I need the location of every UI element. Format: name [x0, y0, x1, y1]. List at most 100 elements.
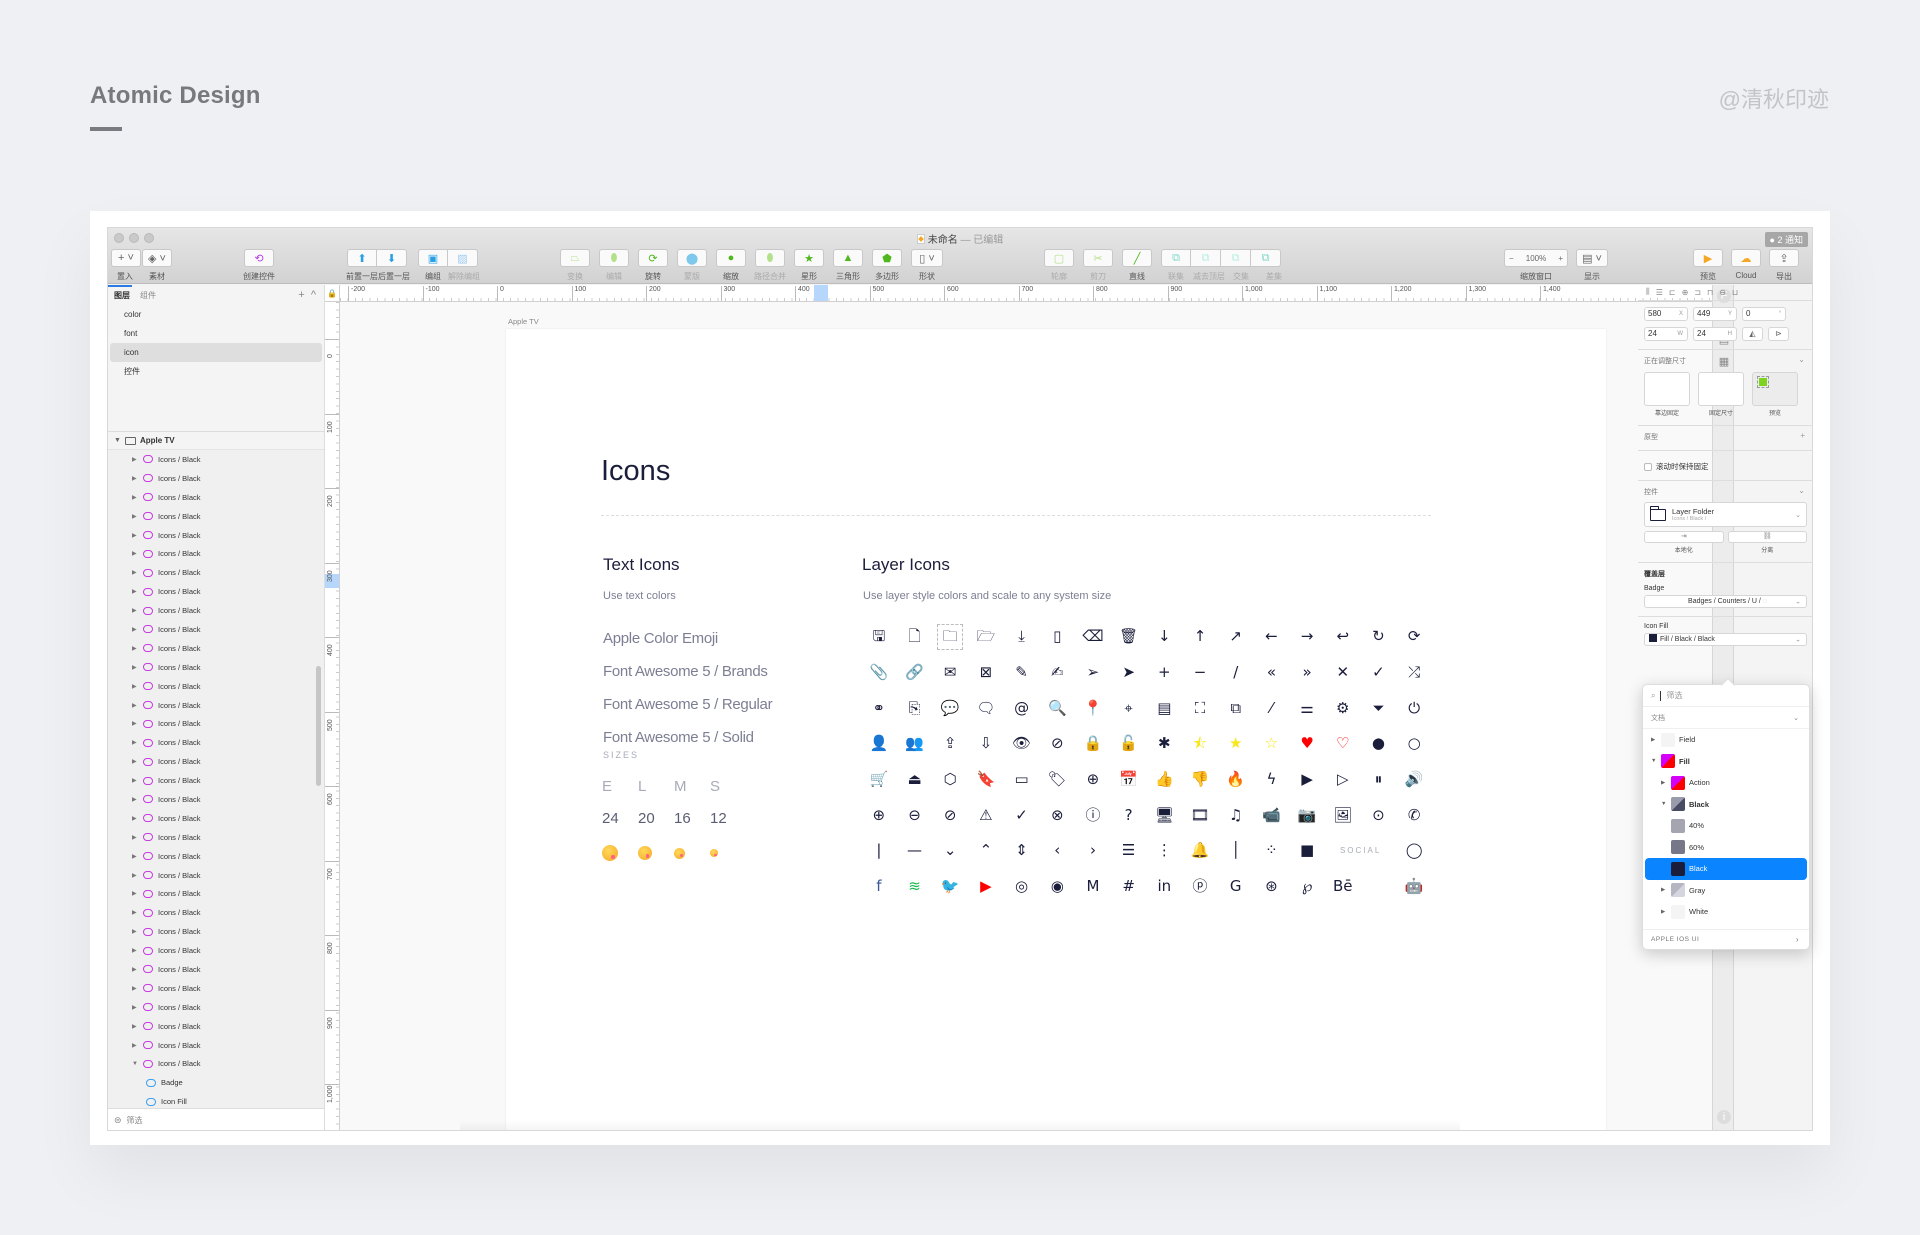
- sync-icon[interactable]: ⟳: [1396, 619, 1432, 655]
- heart-filled-icon[interactable]: ♥: [1289, 726, 1325, 762]
- edit-icon[interactable]: ✍: [1039, 655, 1075, 691]
- facebook-icon[interactable]: f: [861, 869, 897, 905]
- instagram-icon[interactable]: ◎: [1004, 869, 1040, 905]
- calendar-icon[interactable]: 📅: [1111, 762, 1147, 798]
- polygon-button[interactable]: ⬟: [872, 249, 902, 267]
- dribbble-icon[interactable]: ⊛: [1254, 869, 1290, 905]
- music-icon[interactable]: ♫: [1218, 797, 1254, 833]
- layer-row[interactable]: ▶Icons / Black: [108, 714, 324, 733]
- disclosure-triangle-icon[interactable]: ▶: [132, 702, 138, 709]
- tab-components[interactable]: 组件: [140, 290, 156, 301]
- undo-icon[interactable]: ↩: [1325, 619, 1361, 655]
- disclosure-triangle-icon[interactable]: ▶: [132, 532, 138, 539]
- basket-icon[interactable]: ⏏: [897, 762, 933, 798]
- eye-off-icon[interactable]: ⊘: [1039, 726, 1075, 762]
- disclosure-triangle-icon[interactable]: ▶: [1651, 737, 1657, 743]
- difference-button[interactable]: ⧉: [1251, 249, 1281, 267]
- disclosure-triangle-icon[interactable]: ▶: [132, 720, 138, 727]
- layer-row[interactable]: ▶Icons / Black: [108, 941, 324, 960]
- disclosure-triangle-icon[interactable]: ▶: [132, 1042, 138, 1049]
- align-center-icon[interactable]: ⊕: [1682, 288, 1689, 297]
- file-zip-icon[interactable]: ▯: [1039, 619, 1075, 655]
- medium-icon[interactable]: M: [1075, 869, 1111, 905]
- disclosure-triangle-icon[interactable]: ▶: [132, 947, 138, 954]
- layer-filter[interactable]: ⊜ 筛选: [108, 1108, 324, 1130]
- check-circle-icon[interactable]: ✓: [1004, 797, 1040, 833]
- notification-badge[interactable]: ● 2 通知: [1764, 232, 1808, 247]
- y-field[interactable]: 449 Y: [1693, 307, 1737, 321]
- artboard-row[interactable]: ▼ Apple TV: [108, 432, 324, 450]
- disclosure-triangle-icon[interactable]: ▼: [114, 437, 121, 444]
- arrow-right-icon[interactable]: →: [1289, 619, 1325, 655]
- disclosure-triangle-icon[interactable]: ▶: [132, 985, 138, 992]
- pinterest-icon[interactable]: ℘: [1289, 869, 1325, 905]
- layer-row[interactable]: ▶Icons / Black: [108, 828, 324, 847]
- link-alt-icon[interactable]: ⚭: [861, 690, 897, 726]
- backspace-icon[interactable]: ⌫: [1075, 619, 1111, 655]
- create-symbol-button[interactable]: ⟲: [244, 249, 274, 267]
- disclosure-triangle-icon[interactable]: ▶: [1661, 780, 1667, 786]
- disclosure-triangle-icon[interactable]: ▶: [1661, 909, 1667, 915]
- plus-circle-icon[interactable]: ⊕: [861, 797, 897, 833]
- whatsapp-icon[interactable]: ◯: [1396, 833, 1432, 869]
- globe-icon[interactable]: ⊕: [1075, 762, 1111, 798]
- layer-row[interactable]: ▶Icons / Black: [108, 582, 324, 601]
- disclosure-triangle-icon[interactable]: ▼: [1661, 801, 1667, 807]
- x-field[interactable]: 580 X: [1644, 307, 1688, 321]
- camera-icon[interactable]: 📷: [1289, 797, 1325, 833]
- layer-row[interactable]: ▶Icons / Black: [108, 563, 324, 582]
- page-item[interactable]: 控件: [110, 362, 322, 381]
- disclosure-triangle-icon[interactable]: ▼: [1651, 758, 1657, 764]
- triangle-button[interactable]: ▲: [833, 249, 863, 267]
- copy-icon[interactable]: ⎘: [897, 690, 933, 726]
- layer-row[interactable]: ▶Icons / Black: [108, 847, 324, 866]
- symbol-selector[interactable]: Layer Folder Icons / Black / ⌄: [1644, 502, 1807, 527]
- disclosure-triangle-icon[interactable]: ▶: [132, 758, 138, 765]
- arrow-down-icon[interactable]: ↓: [1147, 619, 1183, 655]
- document-section-header[interactable]: 文档 ⌄: [1643, 707, 1809, 729]
- fire-icon[interactable]: 🔥: [1218, 762, 1254, 798]
- distribute-horizontal-icon[interactable]: ⫼: [1646, 287, 1650, 297]
- page-item[interactable]: icon: [110, 343, 322, 362]
- icon-fill-select[interactable]: Fill / Black / Black ⌄: [1644, 633, 1807, 646]
- asterisk-icon[interactable]: ✱: [1147, 726, 1183, 762]
- fix-size-option[interactable]: [1698, 372, 1744, 406]
- disclosure-triangle-icon[interactable]: ▶: [132, 550, 138, 557]
- fix-on-scroll-checkbox[interactable]: 滚动时保持固定: [1644, 461, 1807, 472]
- compass-icon[interactable]: ⊙: [1361, 797, 1397, 833]
- chevron-down-icon[interactable]: ⌄: [1798, 486, 1805, 495]
- user-icon[interactable]: 👤: [861, 726, 897, 762]
- google-icon[interactable]: G: [1218, 869, 1254, 905]
- color-style-item[interactable]: ▼ Black: [1645, 794, 1807, 816]
- layer-row[interactable]: ▶Icons / Black: [108, 809, 324, 828]
- youtube-icon[interactable]: ▶: [968, 869, 1004, 905]
- layer-row[interactable]: ▶Icons / Black: [108, 790, 324, 809]
- scale-button[interactable]: ●: [716, 249, 746, 267]
- disclosure-triangle-icon[interactable]: ▶: [132, 739, 138, 746]
- film-icon[interactable]: 🎞: [1182, 797, 1218, 833]
- disclosure-triangle-icon[interactable]: ▶: [1661, 887, 1667, 893]
- download-icon[interactable]: ⤓: [1004, 619, 1040, 655]
- page-item[interactable]: font: [110, 324, 322, 343]
- disclosure-triangle-icon[interactable]: ▶: [132, 1023, 138, 1030]
- disclosure-triangle-icon[interactable]: ▶: [132, 890, 138, 897]
- popover-search-input[interactable]: ⌕ 筛选: [1643, 685, 1809, 707]
- layer-row[interactable]: ▶Icons / Black: [108, 450, 324, 469]
- paperclip-icon[interactable]: 📎: [861, 655, 897, 691]
- plus-icon[interactable]: +: [1147, 655, 1183, 691]
- layer-row[interactable]: ▶Icons / Black: [108, 469, 324, 488]
- box-icon[interactable]: ⬡: [932, 762, 968, 798]
- pin-to-edge-option[interactable]: [1644, 372, 1690, 406]
- folder-open-icon[interactable]: 🗁: [968, 619, 1004, 655]
- disclosure-triangle-icon[interactable]: ▶: [132, 853, 138, 860]
- users-icon[interactable]: 👥: [897, 726, 933, 762]
- sliders-icon[interactable]: ⚌: [1289, 690, 1325, 726]
- external-link-icon[interactable]: ⧉: [1218, 690, 1254, 726]
- color-style-item[interactable]: ▶ White: [1645, 901, 1807, 923]
- arrow-up-right-icon[interactable]: ↗: [1218, 619, 1254, 655]
- disclosure-triangle-icon[interactable]: ▶: [132, 966, 138, 973]
- expand-icon[interactable]: ⛶: [1182, 690, 1218, 726]
- disclosure-triangle-icon[interactable]: ▶: [132, 494, 138, 501]
- chevron-up-icon[interactable]: ⌃: [968, 833, 1004, 869]
- layers-scrollbar[interactable]: [316, 666, 321, 786]
